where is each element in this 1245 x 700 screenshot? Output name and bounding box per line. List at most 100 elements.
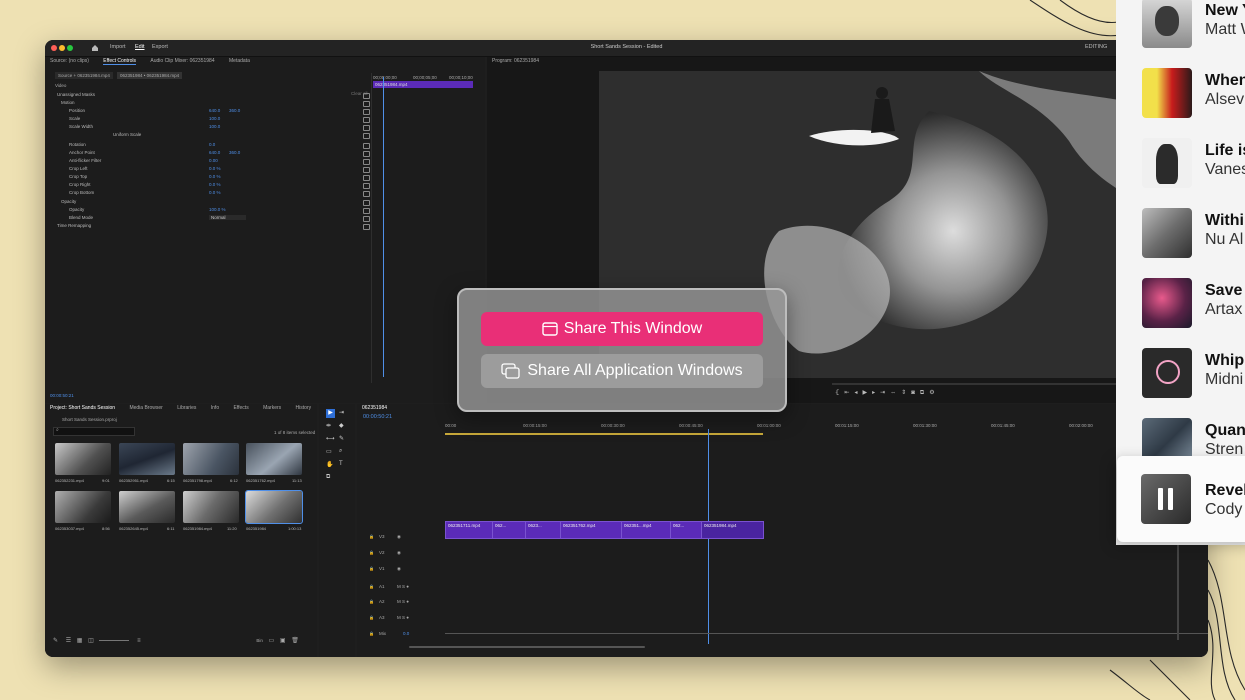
effect-row[interactable]: Scale Width <box>69 124 93 132</box>
reset-icon[interactable] <box>363 200 370 206</box>
tab-source[interactable]: Source: (no clips) <box>50 58 89 64</box>
icon-view-icon[interactable]: ▦ <box>77 638 83 644</box>
reset-icon[interactable] <box>363 151 370 157</box>
effect-row[interactable]: Crop Right <box>69 182 91 190</box>
music-list-item[interactable]: Life is Vanes <box>1140 138 1245 190</box>
effect-row-value[interactable]: 100.0 <box>209 116 220 121</box>
lock-icon[interactable]: 🔒 <box>369 631 374 636</box>
clip-thumbnail-6[interactable] <box>119 491 175 523</box>
effect-row[interactable]: Blend Mode <box>69 215 93 223</box>
effect-row[interactable]: Crop Left <box>69 166 88 174</box>
effect-row[interactable]: Opacity <box>61 199 76 207</box>
effect-row-value[interactable]: 0.0 % <box>209 182 221 187</box>
track-label[interactable]: A1 <box>379 584 385 589</box>
effect-row-value[interactable]: 360.0 <box>229 150 240 155</box>
razor-icon[interactable]: ◆ <box>339 422 344 429</box>
reset-icon[interactable] <box>363 175 370 181</box>
tab-libraries[interactable]: Libraries <box>177 405 196 411</box>
effect-row-value[interactable]: 0.0 <box>209 142 215 147</box>
reset-icon[interactable] <box>363 159 370 165</box>
step-back-icon[interactable]: ⇤ <box>844 390 852 396</box>
timeline-clip[interactable]: 062351...mp4 <box>621 521 671 539</box>
tab-audio-clip-mixer[interactable]: Audio Clip Mixer: 062351984 <box>150 58 214 64</box>
effect-row[interactable]: Time Remapping <box>57 223 91 231</box>
ec-playhead[interactable] <box>383 77 384 377</box>
effect-row[interactable]: Position <box>69 108 85 116</box>
tab-media-browser[interactable]: Media Browser <box>129 405 162 411</box>
lock-icon[interactable]: 🔒 <box>369 550 374 555</box>
effect-row[interactable]: Opacity <box>69 207 84 215</box>
list-view-icon[interactable]: ☰ <box>66 638 71 644</box>
reset-icon[interactable] <box>363 183 370 189</box>
eye-icon[interactable]: ◉ <box>397 550 401 556</box>
timeline-clip[interactable]: 0623... <box>525 521 561 539</box>
effect-row-value[interactable]: 0.0 % <box>209 166 221 171</box>
lock-icon[interactable]: 🔒 <box>369 615 374 620</box>
effect-row-value[interactable]: 0.00 <box>209 158 218 163</box>
effect-row[interactable]: Rotation <box>69 142 86 150</box>
timeline-clip[interactable]: 062... <box>492 521 526 539</box>
music-list-item[interactable]: Whip Midni <box>1140 348 1245 400</box>
lock-icon[interactable]: 🔒 <box>369 566 374 571</box>
clip-thumbnail-2[interactable] <box>119 443 175 475</box>
step-forward-icon[interactable]: ⇥ <box>880 390 888 396</box>
rectangle-icon[interactable]: ▭ <box>326 448 332 455</box>
track-label[interactable]: V2 <box>379 550 385 555</box>
selection-tool-icon[interactable]: ▶ <box>326 409 335 418</box>
tab-effect-controls[interactable]: Effect Controls <box>103 58 136 65</box>
track-label[interactable]: A3 <box>379 615 385 620</box>
effect-row-value[interactable]: 100.0 <box>209 124 220 129</box>
mic-icon[interactable]: M S ● <box>397 584 409 589</box>
clip-thumbnail-5[interactable] <box>55 491 111 523</box>
effect-row-value[interactable]: 100.0 % <box>209 207 226 212</box>
timeline-clip[interactable]: 062351984.mp4 <box>701 521 764 539</box>
lock-icon[interactable]: 🔒 <box>369 584 374 589</box>
reset-icon[interactable] <box>363 208 370 214</box>
reset-icon[interactable] <box>363 224 370 230</box>
trash-icon[interactable]: 🗑 <box>291 638 299 644</box>
freeform-view-icon[interactable]: ◫ <box>88 638 94 644</box>
tab-markers[interactable]: Markers <box>263 405 281 411</box>
work-area-bar[interactable] <box>445 433 763 435</box>
mic-icon[interactable]: M S ● <box>397 615 409 620</box>
music-list-item[interactable]: When Alsev <box>1140 68 1245 120</box>
reset-icon[interactable] <box>363 93 370 99</box>
track-label[interactable]: Mix <box>379 631 386 636</box>
mic-icon[interactable]: M S ● <box>397 599 409 604</box>
pause-icon[interactable] <box>1157 488 1175 510</box>
effect-row[interactable]: Uniform Scale <box>113 132 141 140</box>
track-label[interactable]: V1 <box>379 566 385 571</box>
effect-row[interactable]: Anchor Point <box>69 150 95 158</box>
effect-row-value[interactable]: 0.0 % <box>209 174 221 179</box>
tab-info[interactable]: Info <box>211 405 219 411</box>
sort-icon[interactable]: ≡ <box>137 638 141 644</box>
reset-icon[interactable] <box>363 125 370 131</box>
reset-icon[interactable] <box>363 191 370 197</box>
zoom-slider[interactable] <box>99 639 130 641</box>
type-icon[interactable]: T <box>339 461 343 467</box>
sequence-selector[interactable]: 062351984 • 062351984.mp4 <box>117 72 183 79</box>
tab-sequence[interactable]: 062351984 <box>362 405 387 411</box>
clip-thumbnail-7[interactable] <box>183 491 239 523</box>
timeline-clip[interactable]: 062351762.mp4 <box>560 521 622 539</box>
settings-icon[interactable]: ⚙ <box>929 390 934 396</box>
effect-row-value[interactable]: 640.0 <box>209 150 220 155</box>
effect-row-value[interactable]: Normal <box>209 215 246 220</box>
play-icon[interactable]: ▶ <box>863 390 871 396</box>
new-item-icon[interactable]: ▣ <box>280 638 286 644</box>
tab-project[interactable]: Project: Short Sands Session <box>50 405 115 411</box>
overwrite-icon[interactable]: ⇕ <box>901 390 909 396</box>
source-selector[interactable]: Source + 062351984.mp4 <box>55 72 113 79</box>
captions-icon[interactable]: ⧉ <box>326 474 330 481</box>
effect-row[interactable]: Crop Top <box>69 174 87 182</box>
clip-thumbnail-8[interactable] <box>245 490 303 524</box>
reset-icon[interactable] <box>363 109 370 115</box>
reset-icon[interactable] <box>363 167 370 173</box>
camera-icon[interactable]: ◙ <box>911 390 918 396</box>
frame-back-icon[interactable]: ◂ <box>854 390 860 396</box>
compare-icon[interactable]: ⧉ <box>920 390 928 396</box>
now-playing-card[interactable]: Revel Cody <box>1117 456 1245 542</box>
track-label[interactable]: A2 <box>379 599 385 604</box>
frame-forward-icon[interactable]: ▸ <box>872 390 878 396</box>
pen-icon[interactable]: ✎ <box>339 435 344 442</box>
